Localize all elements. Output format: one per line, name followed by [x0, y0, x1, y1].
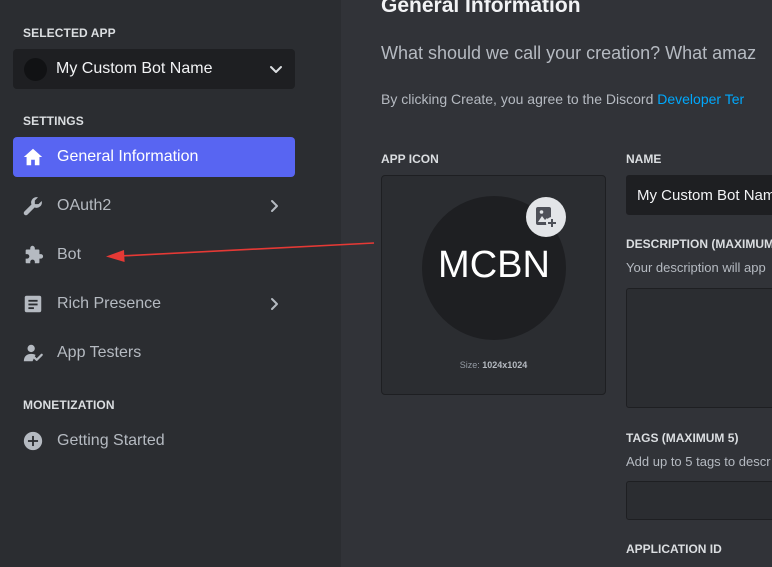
- sidebar-item-oauth2[interactable]: OAuth2: [13, 186, 295, 226]
- chevron-down-icon: [270, 66, 282, 73]
- sidebar-item-label: Getting Started: [57, 432, 165, 449]
- page-subtitle: What should we call your creation? What …: [381, 43, 757, 63]
- name-input-value: My Custom Bot Nam: [637, 187, 772, 204]
- name-label: NAME: [626, 152, 662, 166]
- selected-app-heading: SELECTED APP: [23, 26, 116, 40]
- puzzle-icon: [25, 245, 44, 264]
- app-selector-label: My Custom Bot Name: [56, 60, 213, 77]
- monetization-heading: MONETIZATION: [23, 398, 115, 412]
- app-icon-initials: MCBN: [438, 244, 550, 286]
- icon-size-label: Size:: [459, 360, 483, 370]
- icon-size-value: 1024x1024: [482, 360, 528, 370]
- sidebar-item-label: OAuth2: [57, 197, 112, 214]
- sidebar-item-getting-started[interactable]: Getting Started: [13, 421, 295, 461]
- sidebar-item-label: Bot: [57, 246, 82, 263]
- home-icon: [23, 148, 43, 166]
- chevron-right-icon: [271, 298, 278, 310]
- sidebar-item-label: General Information: [57, 148, 199, 165]
- settings-heading: SETTINGS: [23, 114, 84, 128]
- document-icon: [24, 295, 42, 313]
- sidebar-item-label: Rich Presence: [57, 295, 162, 312]
- tags-label: TAGS (MAXIMUM 5): [626, 431, 739, 445]
- application-id-label: APPLICATION ID: [626, 542, 722, 556]
- app-icon-uploader[interactable]: MCBN Size: 1024x1024: [381, 175, 606, 395]
- app-avatar: [24, 58, 47, 81]
- tags-input[interactable]: [626, 481, 772, 520]
- sidebar-item-rich-presence[interactable]: Rich Presence: [13, 284, 295, 324]
- sidebar-item-general-information[interactable]: General Information: [13, 137, 295, 177]
- description-help: Your description will app: [626, 260, 766, 275]
- description-label: DESCRIPTION (MAXIMUM 4: [626, 237, 772, 251]
- description-textarea[interactable]: [626, 288, 772, 408]
- add-image-icon: [536, 207, 558, 229]
- icon-size-hint: Size: 1024x1024: [382, 360, 605, 370]
- tags-help: Add up to 5 tags to descr: [626, 454, 771, 469]
- page-title: General Information: [381, 0, 581, 17]
- app-selector-dropdown[interactable]: My Custom Bot Name: [13, 49, 295, 89]
- name-input[interactable]: My Custom Bot Nam: [626, 175, 772, 215]
- upload-image-button[interactable]: [526, 197, 566, 237]
- user-check-icon: [23, 344, 43, 362]
- developer-terms-link[interactable]: Developer Ter: [657, 91, 744, 107]
- sidebar: SELECTED APP My Custom Bot Name SETTINGS…: [0, 0, 341, 567]
- sidebar-item-label: App Testers: [57, 344, 142, 361]
- sidebar-item-bot[interactable]: Bot: [13, 235, 295, 275]
- chevron-right-icon: [271, 200, 278, 212]
- main-content: General Information What should we call …: [341, 0, 772, 567]
- terms-prefix: By clicking Create, you agree to the Dis…: [381, 91, 658, 107]
- app-icon-label: APP ICON: [381, 152, 439, 166]
- terms-text: By clicking Create, you agree to the Dis…: [381, 91, 744, 107]
- sidebar-item-app-testers[interactable]: App Testers: [13, 333, 295, 373]
- plus-circle-icon: [23, 431, 43, 451]
- wrench-icon: [23, 197, 42, 216]
